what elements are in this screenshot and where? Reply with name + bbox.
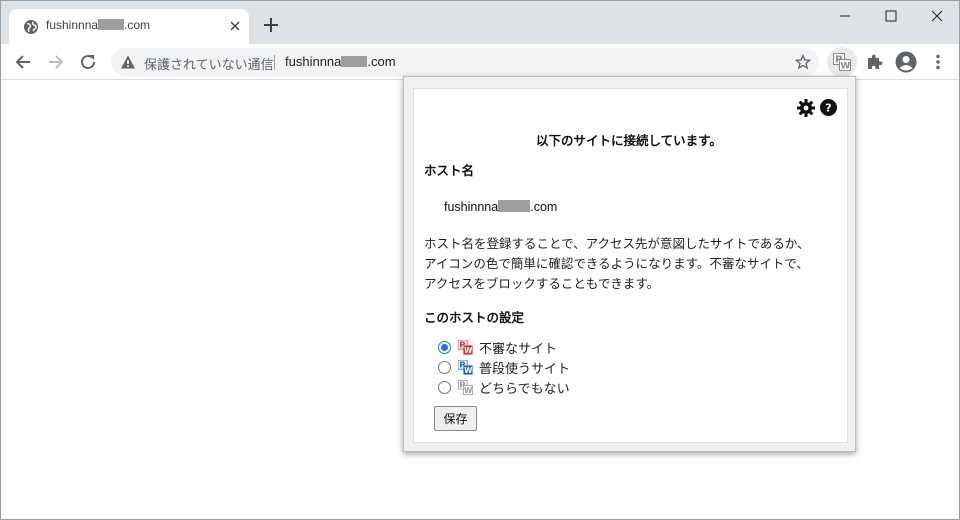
browser-tab[interactable]: fushinnna .com <box>9 9 249 44</box>
bookmark-star-icon[interactable] <box>795 54 811 70</box>
description-line: ホスト名を登録することで、アクセス先が意図したサイトであるか、 <box>424 236 810 251</box>
pw-gray-icon: P W <box>458 379 473 395</box>
back-arrow-icon[interactable] <box>13 52 33 72</box>
extension-popup: ? 以下のサイトに接続しています。 ホスト名 fushinnna .com ホスト… <box>403 76 856 452</box>
option-label: 不審なサイト <box>479 341 558 357</box>
close-tab-icon[interactable] <box>227 18 243 34</box>
puzzle-extensions-icon[interactable] <box>864 52 884 72</box>
option-label: 普段使うサイト <box>479 361 571 377</box>
close-window-icon[interactable] <box>929 9 945 23</box>
pw-extension-icon: P W <box>833 53 851 71</box>
option-usual-site[interactable]: P W 普段使うサイト <box>438 358 571 377</box>
globe-icon <box>24 20 38 34</box>
settings-label: このホストの設定 <box>424 310 525 325</box>
kebab-menu-icon[interactable] <box>928 52 948 72</box>
address-divider <box>274 55 275 70</box>
toolbar: 保護されていない通信 fushinnna .com P W <box>1 44 959 80</box>
forward-arrow-icon[interactable] <box>46 52 66 72</box>
svg-text:W: W <box>840 62 850 71</box>
tab-title: fushinnna .com <box>46 18 151 32</box>
host-label: ホスト名 <box>424 163 475 178</box>
profile-avatar-icon[interactable] <box>895 51 917 73</box>
svg-text:W: W <box>464 366 473 375</box>
pw-red-icon: P W <box>458 339 473 355</box>
description-line: アイコンの色で簡単に確認できるようになります。不審なサイトで、 <box>424 256 809 271</box>
maximize-icon[interactable] <box>883 9 899 23</box>
radio-neither[interactable] <box>438 380 451 394</box>
reload-icon[interactable] <box>78 52 98 72</box>
option-neither[interactable]: P W どちらでもない <box>438 378 570 397</box>
svg-text:W: W <box>464 386 473 395</box>
svg-text:?: ? <box>825 102 831 115</box>
security-status-text[interactable]: 保護されていない通信 <box>144 54 274 73</box>
pw-blue-icon: P W <box>458 359 473 375</box>
popup-panel: ? 以下のサイトに接続しています。 ホスト名 fushinnna .com ホスト… <box>413 88 848 443</box>
redacted-mask <box>498 200 531 212</box>
new-tab-icon[interactable] <box>263 17 279 33</box>
pw-extension-button[interactable]: P W <box>827 47 857 77</box>
help-icon[interactable]: ? <box>820 99 837 116</box>
host-value: fushinnna .com <box>444 200 558 214</box>
redacted-mask <box>98 19 125 30</box>
address-bar[interactable]: 保護されていない通信 fushinnna .com <box>111 48 819 76</box>
tab-strip: fushinnna .com <box>1 1 959 44</box>
radio-usual[interactable] <box>438 360 451 374</box>
popup-heading: 以下のサイトに接続しています。 <box>536 133 722 148</box>
minimize-icon[interactable] <box>837 9 853 23</box>
svg-text:W: W <box>464 346 473 355</box>
description-text: ホスト名を登録することで、アクセス先が意図したサイトであるか、 アイコンの色で簡… <box>424 234 844 294</box>
save-button[interactable]: 保存 <box>434 406 477 431</box>
description-line: アクセスをブロックすることもできます。 <box>424 276 660 291</box>
url-text[interactable]: fushinnna .com <box>285 54 396 69</box>
option-label: どちらでもない <box>479 381 570 397</box>
redacted-mask <box>341 56 368 67</box>
radio-suspicious[interactable] <box>438 340 451 354</box>
gear-icon[interactable] <box>797 99 815 117</box>
option-suspicious-site[interactable]: P W 不審なサイト <box>438 338 558 357</box>
warning-icon[interactable] <box>120 54 136 70</box>
